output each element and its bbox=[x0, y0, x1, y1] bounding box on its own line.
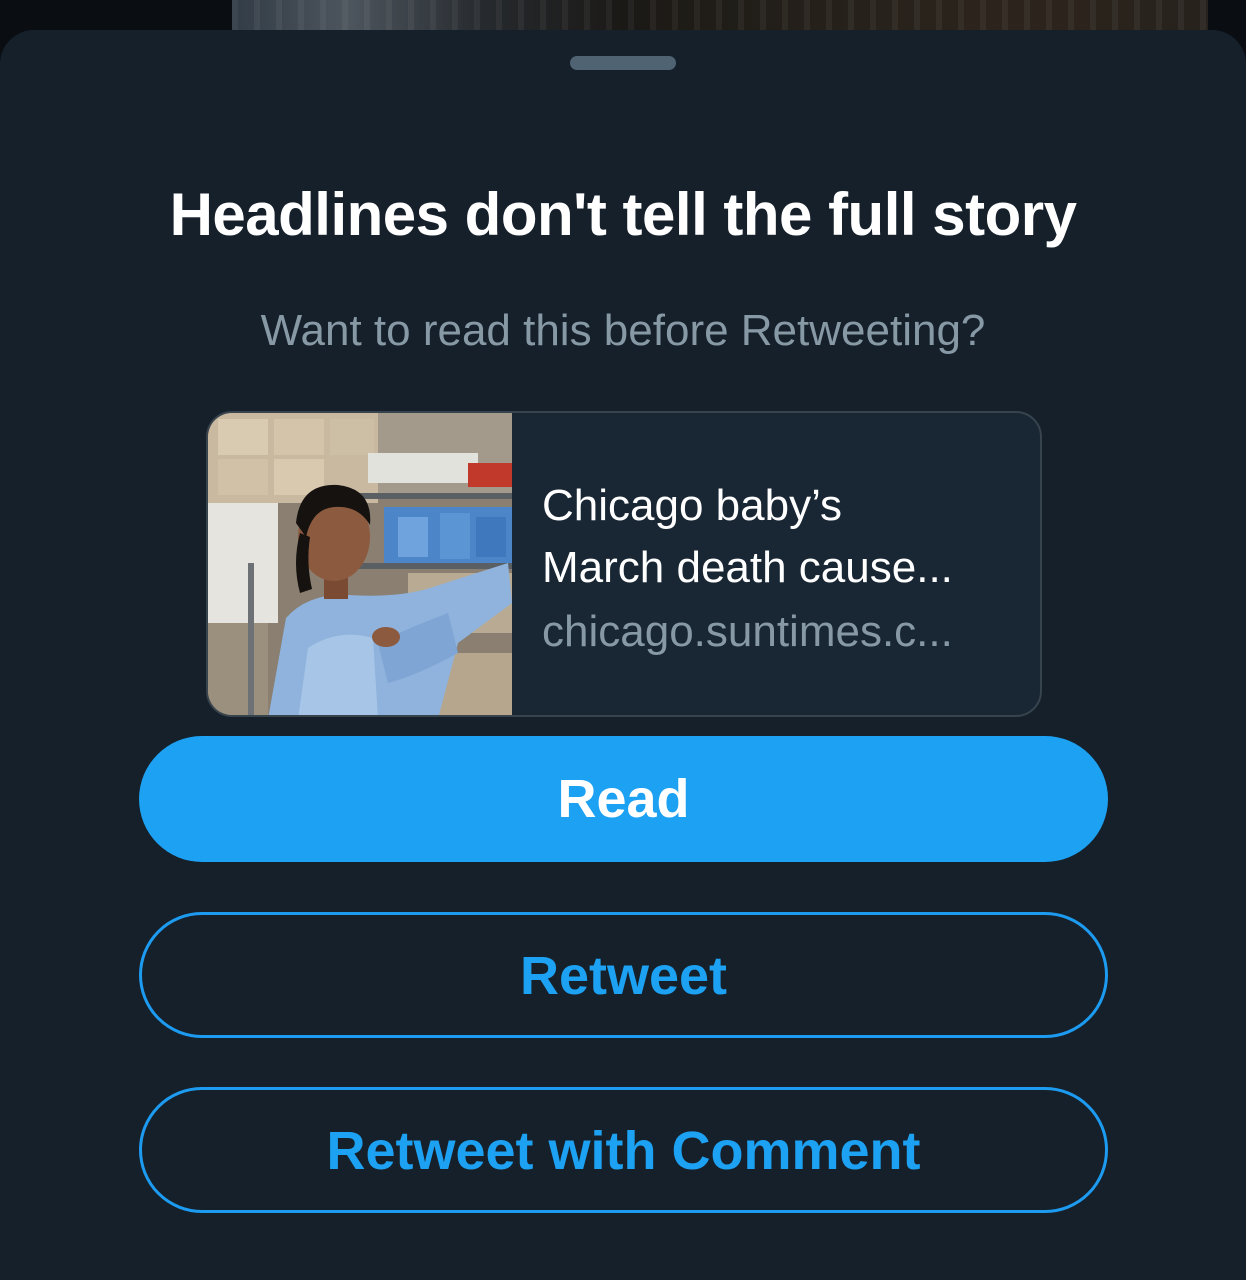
drag-handle[interactable] bbox=[570, 56, 676, 70]
retweet-button[interactable]: Retweet bbox=[139, 912, 1108, 1038]
sheet-title: Headlines don't tell the full story bbox=[169, 181, 1077, 248]
link-preview-image bbox=[208, 413, 512, 715]
read-button[interactable]: Read bbox=[139, 736, 1108, 862]
link-preview-card[interactable]: Chicago baby’s March death cause... chic… bbox=[206, 411, 1042, 717]
retweet-with-comment-button[interactable]: Retweet with Comment bbox=[139, 1087, 1108, 1213]
sheet-subtitle: Want to read this before Retweeting? bbox=[260, 306, 986, 355]
link-preview-title-line2: March death cause... bbox=[542, 543, 953, 592]
link-preview-domain: chicago.suntimes.c... bbox=[542, 607, 953, 656]
link-preview-text: Chicago baby’s March death cause... chic… bbox=[542, 475, 1012, 663]
link-preview-title-line1: Chicago baby’s bbox=[542, 481, 843, 530]
